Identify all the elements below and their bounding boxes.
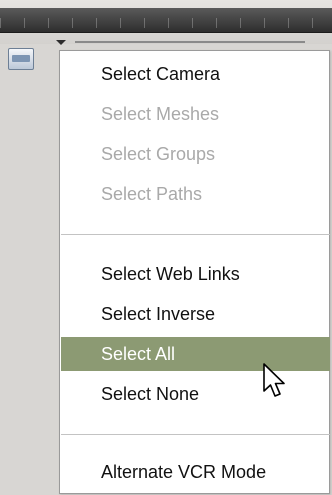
timeline-ruler[interactable] xyxy=(0,8,332,33)
menu-separator xyxy=(61,434,330,435)
mouse-cursor-icon xyxy=(263,363,285,397)
menu-item-select-paths: Select Paths xyxy=(101,184,203,204)
selection-menu: Select Camera Select Meshes Select Group… xyxy=(59,50,330,494)
menu-item-select-inverse[interactable]: Select Inverse xyxy=(61,297,330,331)
ruler-ticks xyxy=(0,18,332,28)
menu-separator xyxy=(61,234,330,235)
menu-item-select-meshes: Select Meshes xyxy=(101,104,220,124)
toolbar xyxy=(0,0,332,44)
menu-item-select-groups: Select Groups xyxy=(101,144,216,164)
menu-item-alternate-vcr-mode[interactable]: Alternate VCR Mode xyxy=(61,455,330,489)
menu-item-select-none[interactable]: Select None xyxy=(61,377,330,411)
slider-track[interactable] xyxy=(75,41,305,43)
menu-item-select-all[interactable]: Select All xyxy=(61,337,330,371)
selection-tool-icon[interactable] xyxy=(8,48,34,70)
menu-item-select-web-links[interactable]: Select Web Links xyxy=(61,257,330,291)
menu-item-select-camera[interactable]: Select Camera xyxy=(61,57,330,91)
dropdown-arrow-icon[interactable] xyxy=(56,40,66,45)
